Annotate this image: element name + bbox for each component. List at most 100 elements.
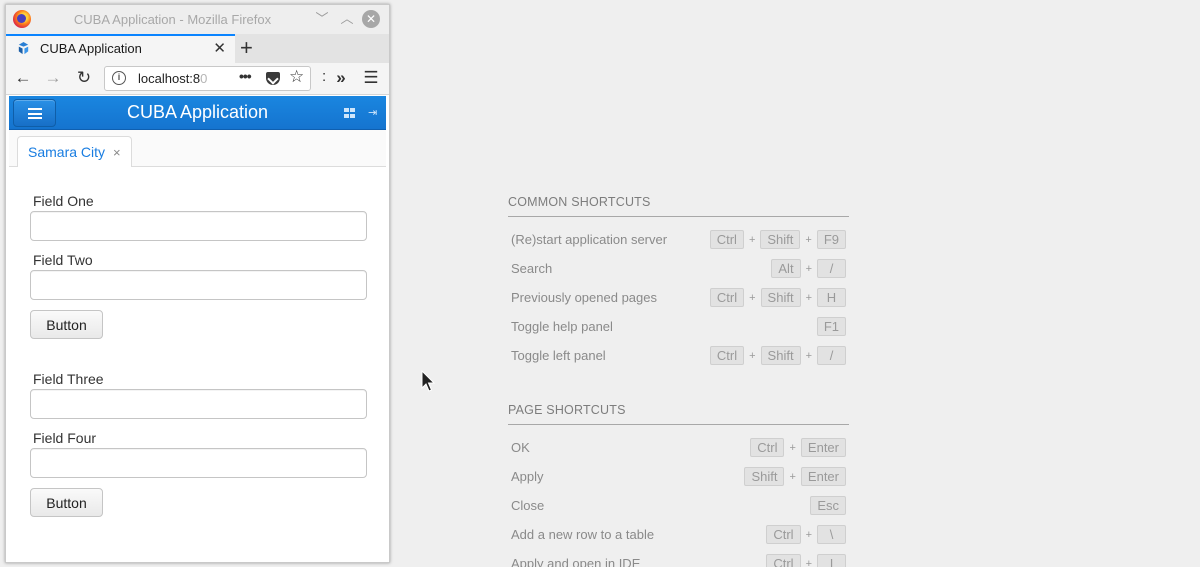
shortcut-label: Search [511,261,553,276]
shortcut-label: Close [511,498,545,513]
form-area: Field One Field Two Button Field Three F… [9,167,386,562]
shortcut-keys: Ctrl + Shift + / [709,346,846,365]
shortcut-row: Toggle left panel Ctrl + Shift + / [508,340,849,369]
back-button[interactable]: ← [13,68,33,88]
shortcut-keys: Ctrl + I [766,554,846,567]
url-bar[interactable]: i localhost:80 ••• ☆ [104,66,311,91]
field-three-input[interactable] [30,389,367,419]
second-button[interactable]: Button [30,488,103,517]
browser-window: CUBA Application - Mozilla Firefox ﹀ ︿ ✕… [5,4,390,563]
bookmark-star-icon[interactable]: ☆ [289,67,304,87]
key-cap: / [817,346,846,365]
key-cap: Shift [760,288,801,307]
key-cap: Ctrl [766,525,801,544]
key-cap: H [817,288,846,307]
key-plus-sign: + [805,262,812,275]
common-shortcuts-section: COMMON SHORTCUTS (Re)start application s… [508,195,849,369]
key-plus-sign: + [789,470,796,483]
key-cap: Shift [760,230,801,249]
key-cap: Enter [800,438,846,457]
url-text[interactable]: localhost:80 [138,71,213,86]
shortcut-row: Close Esc [508,490,849,519]
key-plus-sign: + [748,233,756,246]
shortcut-label: Toggle left panel [511,348,606,363]
key-cap: Ctrl [750,438,785,457]
cuba-favicon-icon [18,41,29,55]
reload-button[interactable]: ↻ [74,68,94,88]
shortcut-keys: Alt + / [771,259,846,278]
first-button[interactable]: Button [30,310,103,339]
key-plus-sign: + [749,291,756,304]
minimize-button[interactable]: ﹀ [312,9,332,29]
shortcut-keys: Ctrl + Shift + F9 [709,230,846,249]
browser-tab[interactable]: CUBA Application ✕ [6,34,235,63]
forward-button[interactable]: → [43,68,63,88]
window-titlebar: CUBA Application - Mozilla Firefox ﹀ ︿ ✕ [6,5,389,34]
key-plus-sign: + [749,349,756,362]
tab-label: Samara City [28,144,106,160]
mouse-cursor-icon [421,370,435,392]
overflow-menu-button[interactable]: » [331,68,351,88]
shortcut-label: Apply and open in IDE [511,556,641,567]
key-plus-sign: + [805,557,812,567]
field-two-input[interactable] [30,270,367,300]
key-cap: Alt [771,259,801,278]
pocket-icon[interactable] [266,72,280,85]
window-close-button[interactable]: ✕ [362,10,380,28]
field-one-caption: Field One [33,193,94,209]
key-cap: Shift [744,467,785,486]
browser-tab-title: CUBA Application [40,41,142,56]
new-tab-button[interactable]: + [240,35,253,61]
browser-tab-close-button[interactable]: ✕ [213,39,226,57]
key-cap: Ctrl [709,230,744,249]
field-four-input[interactable] [30,448,367,478]
shortcut-keys: Ctrl + Shift + H [709,288,846,307]
shortcut-label: (Re)start application server [511,232,668,247]
shortcut-label: Apply [511,469,544,484]
shortcut-label: Toggle help panel [511,319,613,334]
app-tabsheet-bar: Samara City × [9,130,386,168]
key-cap: / [817,259,846,278]
key-cap: Enter [800,467,846,486]
shortcut-keys: F1 [816,317,846,336]
key-cap: I [817,554,846,567]
browser-navbar: ← → ↻ i localhost:80 ••• ☆ : » ☰ [6,63,389,95]
key-cap: Esc [810,496,846,515]
app-header: CUBA Application ⇥ [9,96,386,130]
common-shortcuts-list: (Re)start application server Ctrl + Shift + F… [508,224,849,369]
key-plus-sign: + [805,233,812,246]
browser-tabstrip: CUBA Application ✕ + [6,34,389,63]
key-cap: Shift [760,346,801,365]
key-plus-sign: + [805,291,812,304]
shortcut-label: Previously opened pages [511,290,657,305]
field-one-input[interactable] [30,211,367,241]
key-cap: Ctrl [766,554,801,567]
url-faded-text: 0 [200,71,208,86]
shortcut-keys: Ctrl + \ [766,525,846,544]
key-cap: F1 [816,317,846,336]
hamburger-menu-button[interactable]: ☰ [361,68,381,88]
tab-close-button[interactable]: × [113,145,121,160]
shortcut-label: OK [511,440,530,455]
shortcut-keys: Esc [810,496,846,515]
site-info-icon[interactable]: i [112,71,126,85]
tab-samara-city[interactable]: Samara City × [17,136,132,168]
page-shortcuts-title: PAGE SHORTCUTS [508,403,849,425]
shortcut-row: (Re)start application server Ctrl + Shift + F… [508,224,849,253]
apps-grid-icon[interactable] [344,108,356,119]
shortcut-row: Previously opened pages Ctrl + Shift + H [508,282,849,311]
shortcut-row: Search Alt + / [508,253,849,282]
maximize-button[interactable]: ︿ [337,9,357,29]
page-shortcuts-list: OK Ctrl + Enter Apply Shift + Enter Close Esc Add … [508,432,849,567]
key-plus-sign: + [789,441,796,454]
shortcut-keys: Ctrl + Enter [750,438,846,457]
key-cap: Ctrl [709,288,745,307]
field-four-caption: Field Four [33,430,97,446]
page-actions-button[interactable]: ••• [239,68,252,84]
field-three-caption: Field Three [33,371,104,387]
url-host-text: localhost:8 [138,71,201,86]
shortcut-row: Apply Shift + Enter [508,461,849,490]
logout-icon[interactable]: ⇥ [368,106,380,119]
shortcut-row: Add a new row to a table Ctrl + \ [508,519,849,548]
shortcut-row: Apply and open in IDE Ctrl + I [508,548,849,567]
